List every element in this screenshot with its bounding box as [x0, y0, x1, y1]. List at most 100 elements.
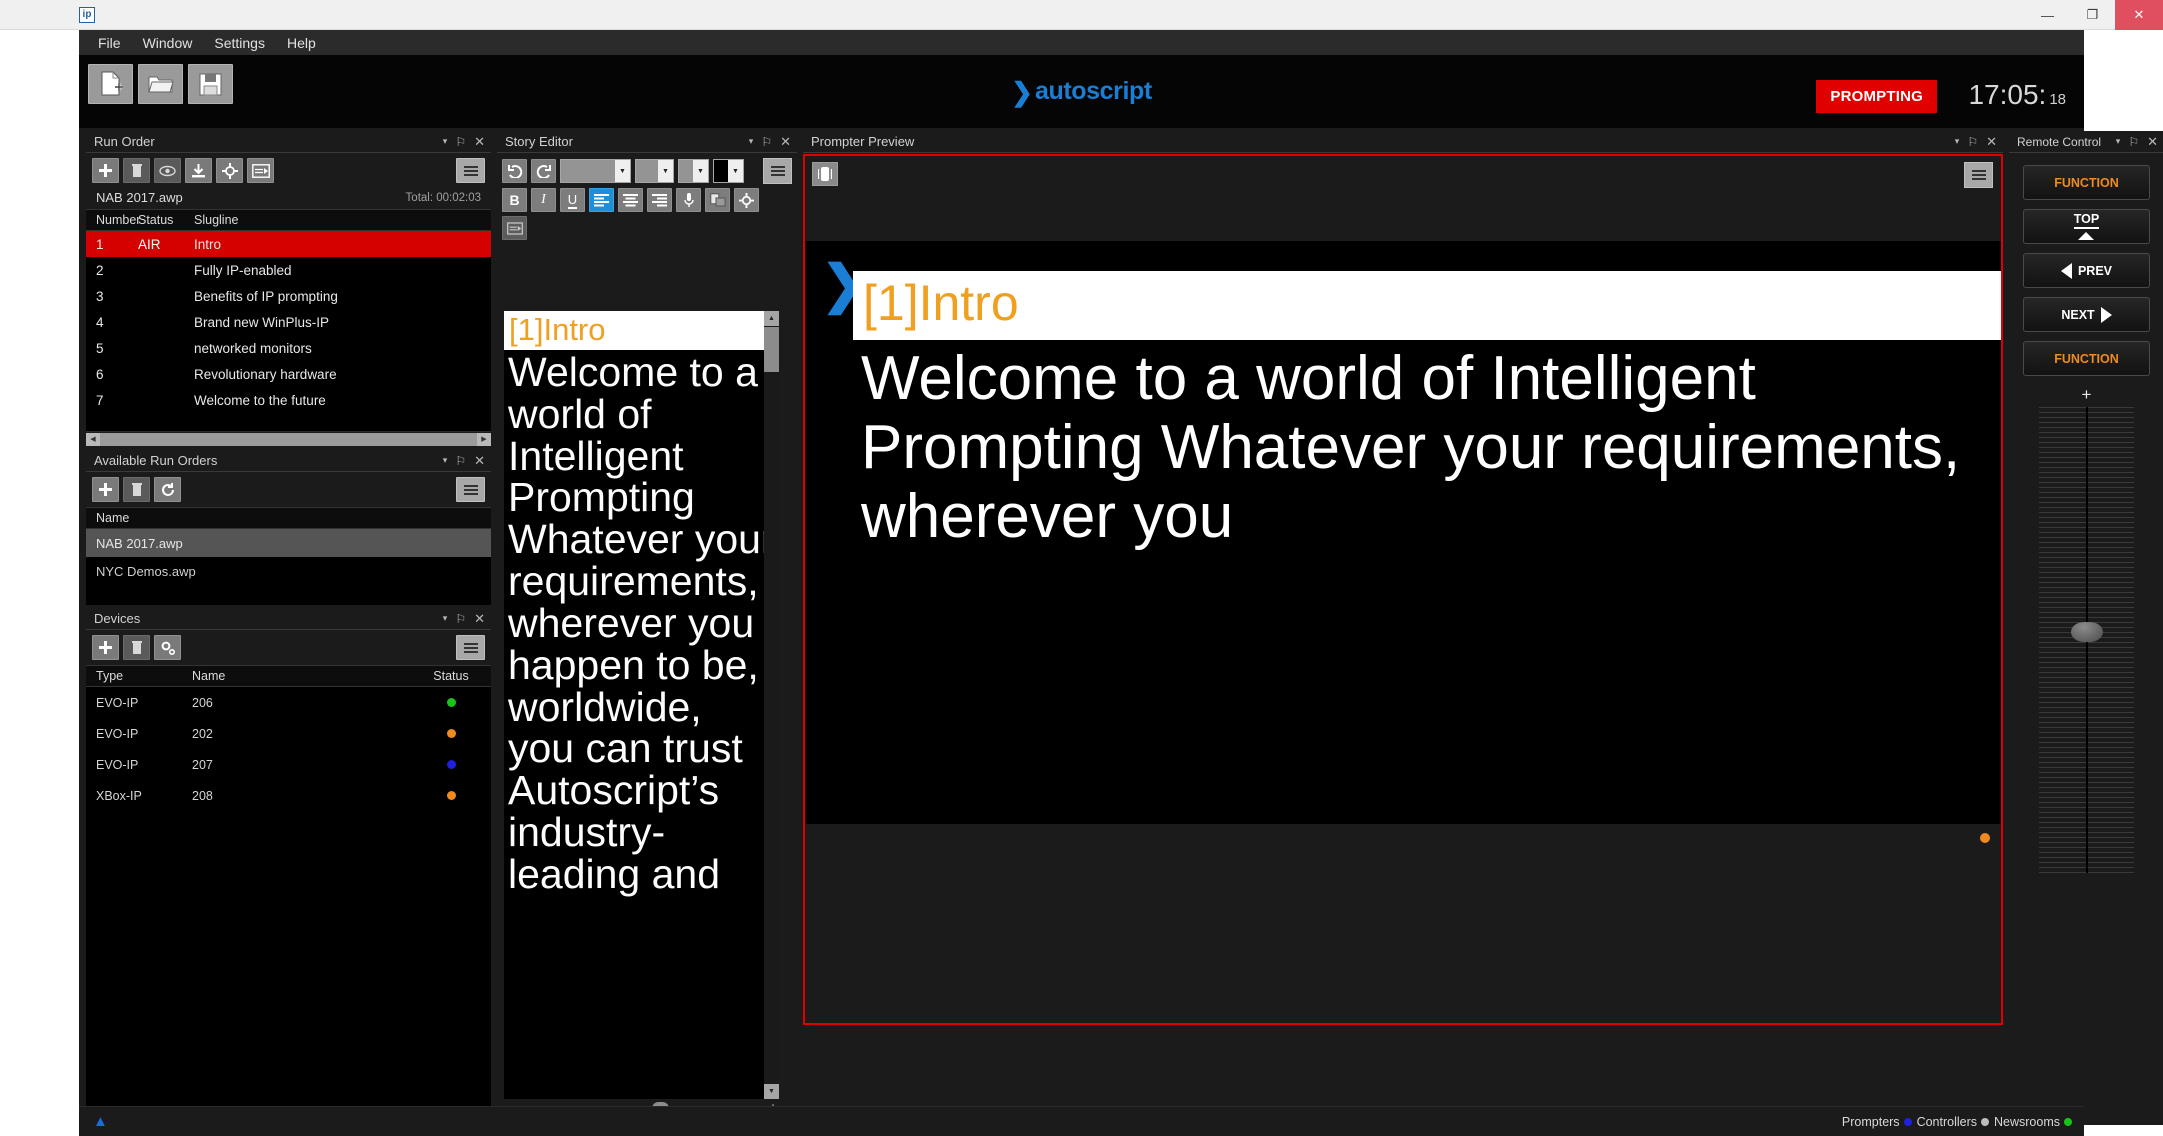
run-order-row[interactable]: 1 AIR Intro [86, 231, 491, 257]
align-left-button[interactable] [589, 188, 614, 212]
insert-cue-button[interactable] [705, 188, 730, 212]
underline-button[interactable]: U [560, 188, 585, 212]
scroll-up-icon[interactable]: ▲ [764, 311, 779, 326]
new-document-button[interactable] [88, 64, 133, 104]
prompter-preview-stage[interactable]: ❯ [1]Intro Welcome to a world of Intelli… [805, 241, 2001, 824]
prompter-fullscreen-button[interactable] [812, 162, 838, 186]
function-top-button[interactable]: FUNCTION [2023, 165, 2150, 200]
scroll-thumb[interactable] [764, 327, 779, 372]
story-editor-document[interactable]: [1]Intro Welcome to a world of Intellige… [504, 311, 779, 1099]
run-order-menu-button[interactable] [456, 158, 485, 183]
preview-story-button[interactable] [154, 158, 181, 183]
run-order-pin-icon[interactable]: ⚐ [455, 135, 466, 149]
available-run-orders-list[interactable]: NAB 2017.awp NYC Demos.awp [86, 529, 491, 605]
chevron-down-icon[interactable]: ▼ [693, 160, 708, 182]
run-order-row[interactable]: 6 Revolutionary hardware [86, 361, 491, 387]
delete-story-button[interactable] [123, 158, 150, 183]
scroll-left-icon[interactable]: ◀ [86, 432, 100, 446]
chevron-down-icon[interactable]: ▼ [658, 160, 673, 182]
available-run-order-row[interactable]: NYC Demos.awp [86, 557, 491, 585]
marker-button[interactable] [734, 188, 759, 212]
story-editor-menu-button[interactable] [763, 158, 792, 184]
run-order-row[interactable]: 3 Benefits of IP prompting [86, 283, 491, 309]
next-button[interactable]: NEXT [2023, 297, 2150, 332]
save-button[interactable] [188, 64, 233, 104]
menu-file[interactable]: File [87, 32, 132, 54]
story-editor-pin-icon[interactable]: ⚐ [761, 135, 772, 149]
device-row[interactable]: XBox-IP 208 [86, 780, 491, 811]
available-run-orders-close-icon[interactable]: ✕ [474, 453, 485, 469]
redo-button[interactable] [531, 159, 556, 183]
story-editor-vertical-scrollbar[interactable]: ▲ ▼ [764, 311, 779, 1099]
presenter-view-button[interactable] [247, 158, 274, 183]
prev-button[interactable]: PREV [2023, 253, 2150, 288]
italic-button[interactable]: I [531, 188, 556, 212]
close-button[interactable]: ✕ [2115, 0, 2163, 30]
devices-list[interactable]: EVO-IP 206 EVO-IP 202 EVO-IP 207 XBox-IP 208 [86, 687, 491, 1107]
remote-control-close-icon[interactable]: ✕ [2147, 134, 2158, 150]
device-row[interactable]: EVO-IP 206 [86, 687, 491, 718]
menu-settings[interactable]: Settings [203, 32, 276, 54]
restore-button[interactable]: ❐ [2070, 0, 2115, 30]
prompter-preview-pin-icon[interactable]: ⚐ [1967, 135, 1978, 149]
add-story-button[interactable] [92, 158, 119, 183]
devices-close-icon[interactable]: ✕ [474, 611, 485, 627]
run-order-row[interactable]: 7 Welcome to the future [86, 387, 491, 413]
prompter-preview-dropdown-icon[interactable]: ▾ [1955, 136, 1960, 147]
fader-knob[interactable] [2070, 622, 2103, 642]
text-color-select[interactable]: ▼ [678, 159, 709, 183]
device-settings-button[interactable] [154, 635, 181, 660]
add-run-order-button[interactable] [92, 477, 119, 502]
align-right-button[interactable] [647, 188, 672, 212]
available-run-orders-menu-button[interactable] [456, 477, 485, 502]
run-order-horizontal-scrollbar[interactable]: ◀ ▶ [86, 431, 491, 446]
device-row[interactable]: EVO-IP 202 [86, 718, 491, 749]
delete-device-button[interactable] [123, 635, 150, 660]
device-row[interactable]: EVO-IP 207 [86, 749, 491, 780]
minimize-button[interactable]: — [2025, 0, 2070, 30]
devices-dropdown-icon[interactable]: ▾ [443, 613, 448, 624]
devices-pin-icon[interactable]: ⚐ [455, 612, 466, 626]
prompter-preview-menu-button[interactable] [1964, 162, 1993, 188]
available-run-orders-dropdown-icon[interactable]: ▾ [443, 455, 448, 466]
run-order-row[interactable]: 4 Brand new WinPlus-IP [86, 309, 491, 335]
undo-button[interactable] [502, 159, 527, 183]
speed-fader[interactable] [2039, 407, 2134, 873]
run-order-row[interactable]: 2 Fully IP-enabled [86, 257, 491, 283]
scroll-down-icon[interactable]: ▼ [764, 1084, 779, 1099]
run-order-dropdown-icon[interactable]: ▾ [443, 136, 448, 147]
chevron-down-icon[interactable]: ▼ [728, 160, 743, 182]
scroll-track[interactable] [100, 432, 477, 446]
prompter-preview-close-icon[interactable]: ✕ [1986, 134, 1997, 150]
menu-window[interactable]: Window [132, 32, 204, 54]
font-size-select[interactable]: ▼ [635, 159, 674, 183]
remote-control-dropdown-icon[interactable]: ▾ [2116, 136, 2121, 147]
delete-run-order-button[interactable] [123, 477, 150, 502]
remote-control-pin-icon[interactable]: ⚐ [2128, 135, 2139, 149]
run-order-close-icon[interactable]: ✕ [474, 134, 485, 150]
available-run-orders-pin-icon[interactable]: ⚐ [455, 454, 466, 468]
microphone-button[interactable] [676, 188, 701, 212]
story-editor-dropdown-icon[interactable]: ▾ [749, 136, 754, 147]
bold-button[interactable]: B [502, 188, 527, 212]
top-button[interactable]: TOP [2023, 209, 2150, 244]
locate-story-button[interactable] [216, 158, 243, 183]
devices-menu-button[interactable] [456, 635, 485, 660]
scroll-right-icon[interactable]: ▶ [477, 432, 491, 446]
menu-help[interactable]: Help [276, 32, 327, 54]
function-bottom-button[interactable]: FUNCTION [2023, 341, 2150, 376]
story-body-text[interactable]: Welcome to a world of Intelligent Prompt… [504, 350, 779, 896]
story-editor-close-icon[interactable]: ✕ [780, 134, 791, 150]
chevron-down-icon[interactable]: ▼ [615, 160, 630, 182]
chevron-up-icon[interactable]: ▲ [93, 1113, 108, 1130]
align-center-button[interactable] [618, 188, 643, 212]
import-story-button[interactable] [185, 158, 212, 183]
refresh-run-orders-button[interactable] [154, 477, 181, 502]
available-run-order-row[interactable]: NAB 2017.awp [86, 529, 491, 557]
open-folder-button[interactable] [138, 64, 183, 104]
highlight-color-select[interactable]: ▼ [713, 159, 744, 183]
run-order-list[interactable]: 1 AIR Intro 2 Fully IP-enabled 3 Benefits of I… [86, 231, 491, 431]
add-device-button[interactable] [92, 635, 119, 660]
font-family-select[interactable]: ▼ [560, 159, 631, 183]
run-order-row[interactable]: 5 networked monitors [86, 335, 491, 361]
